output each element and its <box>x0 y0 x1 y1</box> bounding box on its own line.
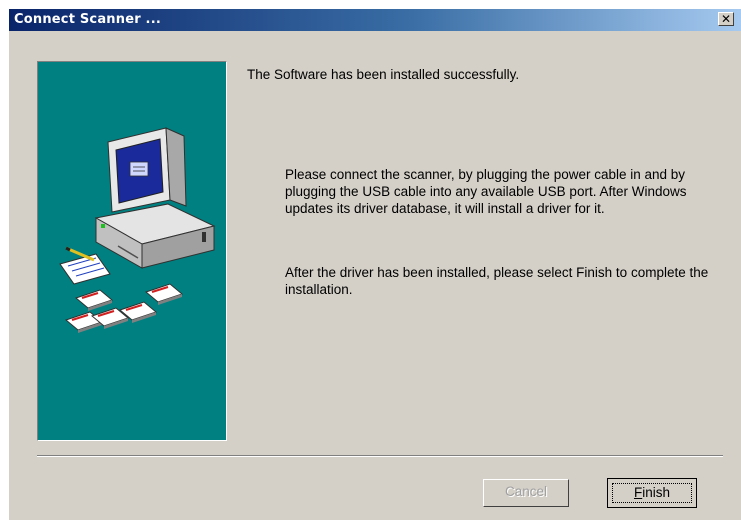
computer-case-graphic <box>94 203 216 269</box>
computer-with-disks-icon <box>59 127 216 333</box>
installer-dialog: Connect Scanner ... ✕ The Software has b… <box>8 8 741 520</box>
finish-label-rest: inish <box>642 485 670 500</box>
wizard-side-panel <box>37 61 227 441</box>
title-bar[interactable]: Connect Scanner ... ✕ <box>9 9 741 31</box>
window-title: Connect Scanner ... <box>14 12 161 27</box>
close-button[interactable]: ✕ <box>718 12 734 26</box>
finish-button[interactable]: Finish <box>607 478 697 508</box>
button-divider <box>37 455 723 457</box>
notepad-graphic <box>59 246 111 285</box>
finish-accelerator: F <box>633 485 643 500</box>
cancel-button[interactable]: Cancel <box>483 479 569 507</box>
close-icon: ✕ <box>720 12 732 26</box>
finish-instructions: After the driver has been installed, ple… <box>285 265 709 297</box>
floppy-disks-graphic <box>64 283 184 333</box>
success-message: The Software has been installed successf… <box>247 67 520 82</box>
finish-button-label: Finish <box>612 483 692 503</box>
connect-instructions: Please connect the scanner, by plugging … <box>285 167 687 216</box>
